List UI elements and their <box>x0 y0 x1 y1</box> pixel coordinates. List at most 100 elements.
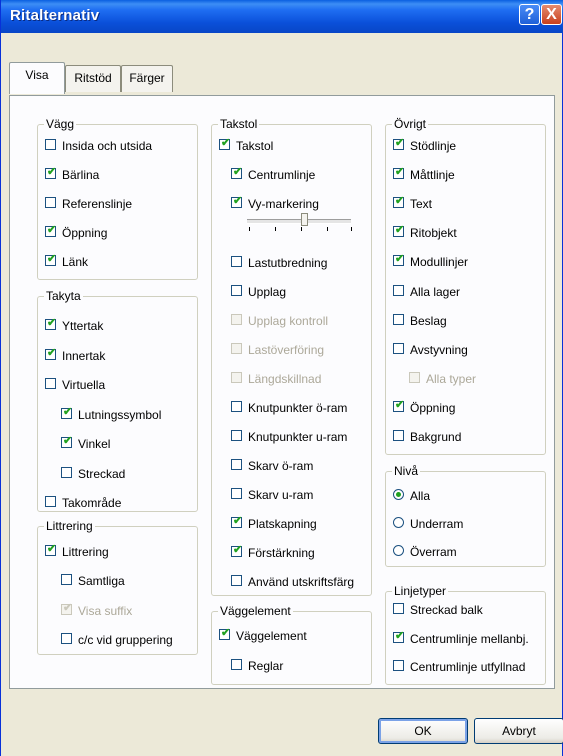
checkbox-label: Bakgrund <box>410 430 462 444</box>
checkbox-box <box>409 372 420 383</box>
checkbox-label: Innertak <box>62 349 106 363</box>
cancel-button[interactable]: Avbryt <box>474 718 563 744</box>
checkbox-box <box>231 372 242 383</box>
checkbox-box[interactable] <box>231 401 242 412</box>
checkbox-box[interactable] <box>231 430 242 441</box>
checkbox-box[interactable] <box>231 256 242 267</box>
slider-tick <box>301 227 302 231</box>
checkbox-label: Ritobjekt <box>410 226 457 240</box>
checkbox-box[interactable] <box>393 660 404 671</box>
checkbox-box[interactable] <box>393 314 404 325</box>
checkbox-label: Upplag kontroll <box>248 314 329 328</box>
checkbox-box[interactable]: ✔ <box>231 195 243 208</box>
checkmark-icon: ✔ <box>47 166 57 178</box>
checkbox-label: Streckad balk <box>410 603 483 617</box>
vy-markering-slider[interactable] <box>245 212 355 232</box>
tab-farger[interactable]: Färger <box>121 65 173 92</box>
checkbox-box[interactable]: ✔ <box>393 224 404 237</box>
group-linjetyper-legend: Linjetyper <box>394 584 447 598</box>
checkbox-box[interactable] <box>393 430 404 441</box>
checkbox-box[interactable]: ✔ <box>219 627 230 640</box>
checkbox-box[interactable]: ✔ <box>61 406 73 419</box>
checkbox-box[interactable]: ✔ <box>231 166 243 179</box>
checkbox-label: Lastutbredning <box>248 256 328 270</box>
checkbox-box[interactable]: ✔ <box>45 253 57 266</box>
checkbox-box[interactable] <box>231 659 242 670</box>
checkbox-label: Reglar <box>248 659 284 673</box>
checkbox-label: Alla typer <box>426 372 477 386</box>
checkmark-icon: ✔ <box>47 543 57 555</box>
checkbox-label: Öppning <box>62 226 108 240</box>
checkmark-icon: ✔ <box>47 253 57 265</box>
checkbox-box[interactable]: ✔ <box>45 224 56 237</box>
slider-thumb[interactable] <box>301 213 308 226</box>
window-title: Ritalternativ <box>10 7 100 24</box>
checkbox-label: Modullinjer <box>410 255 469 269</box>
checkbox-label: Virtuella <box>62 378 106 392</box>
checkbox-box[interactable] <box>231 459 242 470</box>
checkbox-label: Littrering <box>62 545 109 559</box>
checkmark-icon: ✔ <box>233 166 243 178</box>
title-bar[interactable]: Ritalternativ ? X <box>1 0 563 33</box>
checkmark-icon: ✔ <box>63 435 73 447</box>
checkbox-label: Väggelement <box>236 629 307 643</box>
group-niva-legend: Nivå <box>394 464 419 478</box>
tab-visa[interactable]: Visa <box>9 62 65 94</box>
checkbox-box[interactable]: ✔ <box>393 137 404 150</box>
checkmark-icon: ✔ <box>395 253 405 265</box>
radio-button[interactable] <box>393 517 404 528</box>
checkbox-box[interactable] <box>231 285 242 296</box>
checkbox-box[interactable] <box>61 574 72 585</box>
checkbox-label: Avstyvning <box>410 343 468 357</box>
close-icon[interactable]: X <box>541 4 562 25</box>
checkbox-box[interactable] <box>393 343 404 354</box>
checkbox-box[interactable] <box>231 488 242 499</box>
checkbox-label: Öppning <box>410 401 456 415</box>
checkbox-label: Knutpunkter u-ram <box>248 430 348 444</box>
checkbox-box[interactable]: ✔ <box>45 166 57 179</box>
checkmark-icon: ✔ <box>395 630 405 642</box>
checkbox-box[interactable]: ✔ <box>393 195 405 208</box>
checkmark-icon: ✔ <box>47 317 57 329</box>
checkbox-box[interactable] <box>45 378 56 389</box>
checkbox-label: Insida och utsida <box>62 139 153 153</box>
checkbox-box[interactable]: ✔ <box>393 630 405 643</box>
help-icon[interactable]: ? <box>519 4 540 25</box>
checkbox-box[interactable]: ✔ <box>231 544 242 557</box>
checkbox-box[interactable] <box>45 197 56 208</box>
checkbox-label: Streckad <box>78 467 126 481</box>
checkbox-box[interactable]: ✔ <box>45 317 57 330</box>
group-vagg-legend: Vägg <box>46 117 75 131</box>
checkbox-box[interactable]: ✔ <box>45 543 57 556</box>
checkbox-box[interactable] <box>61 633 72 644</box>
checkbox-box[interactable]: ✔ <box>231 515 242 528</box>
checkmark-icon: ✔ <box>395 166 405 178</box>
radio-button[interactable] <box>393 545 404 556</box>
slider-tick <box>249 227 250 231</box>
radio-button[interactable] <box>393 489 404 500</box>
checkmark-icon: ✔ <box>63 406 73 418</box>
checkbox-box[interactable] <box>45 496 56 507</box>
ok-button[interactable]: OK <box>378 718 468 744</box>
checkbox-box[interactable] <box>393 285 404 296</box>
checkbox-box[interactable]: ✔ <box>393 253 405 266</box>
checkbox-box[interactable] <box>231 575 242 586</box>
checkbox-box[interactable] <box>393 603 404 614</box>
checkbox-box[interactable]: ✔ <box>393 399 404 412</box>
checkbox-box[interactable]: ✔ <box>61 435 73 448</box>
checkmark-icon: ✔ <box>233 195 243 207</box>
checkbox-label: c/c vid gruppering <box>78 633 173 647</box>
checkbox-label: Centrumlinje utfyllnad <box>410 660 526 674</box>
checkbox-box[interactable] <box>61 467 72 478</box>
checkmark-icon: ✔ <box>221 137 231 149</box>
checkbox-label: Takstol <box>236 139 274 153</box>
checkbox-box <box>231 343 242 354</box>
checkbox-label: Centrumlinje mellanbj. <box>410 632 529 646</box>
checkbox-box[interactable] <box>45 139 56 150</box>
checkbox-box[interactable]: ✔ <box>219 137 231 150</box>
checkbox-box[interactable]: ✔ <box>45 347 56 360</box>
checkbox-box[interactable]: ✔ <box>393 166 405 179</box>
checkmark-icon: ✔ <box>395 195 405 207</box>
checkbox-label: Använd utskriftsfärg <box>248 575 355 589</box>
tab-ritstod[interactable]: Ritstöd <box>65 65 121 92</box>
